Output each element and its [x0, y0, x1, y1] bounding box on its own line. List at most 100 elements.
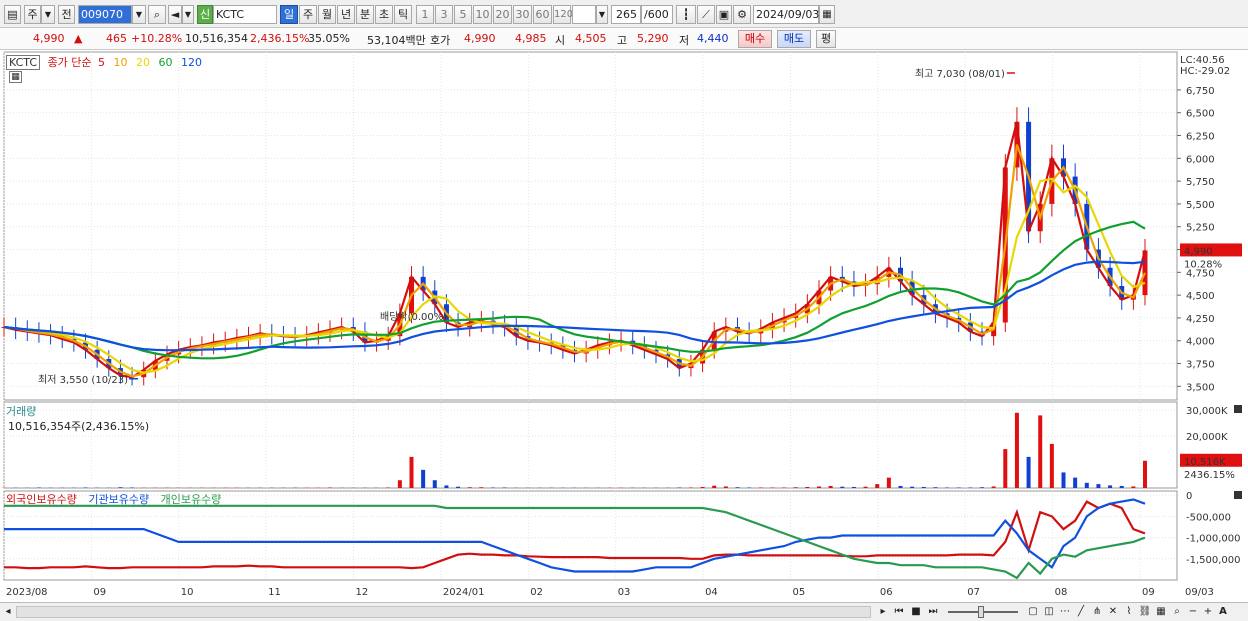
- scroll-right-icon[interactable]: ▸: [877, 605, 889, 619]
- zoom-slider-handle[interactable]: [978, 606, 984, 618]
- volume-bar: [933, 487, 938, 488]
- line-tool-icon[interactable]: ╱: [1074, 605, 1088, 619]
- price-tick-label: 6,500: [1186, 109, 1215, 120]
- save-icon[interactable]: ▣: [716, 5, 732, 24]
- forward-icon[interactable]: ⏭: [926, 605, 940, 619]
- volume-bar: [817, 486, 821, 488]
- minute-option-60[interactable]: 60: [533, 5, 552, 24]
- scroll-left-icon[interactable]: ◂: [2, 605, 14, 619]
- holdings-legend: 외국인보유수량 기관보유수량 개인보유수량: [6, 491, 221, 507]
- fib-tool-icon[interactable]: ⋔: [1090, 605, 1104, 619]
- tab-month[interactable]: 월: [318, 5, 336, 24]
- compare-icon[interactable]: ◫: [1042, 605, 1056, 619]
- zoom-out-button[interactable]: −: [1187, 605, 1199, 619]
- volume-detail: 10,516,354주(2,436.15%): [8, 420, 150, 433]
- tab-second[interactable]: 초: [375, 5, 393, 24]
- tab-week[interactable]: 주: [299, 5, 317, 24]
- calendar-icon[interactable]: ▦: [819, 5, 835, 24]
- drawing-icon[interactable]: ⋯: [1058, 605, 1072, 619]
- volume-bar: [758, 487, 763, 488]
- volume-bar: [863, 486, 868, 488]
- speaker-dropdown-icon[interactable]: ▼: [182, 5, 194, 24]
- lc-label: LC:40.56: [1180, 55, 1225, 66]
- stock-code-input[interactable]: 009070: [78, 5, 132, 24]
- minute-option-1[interactable]: 1: [416, 5, 434, 24]
- tab-day[interactable]: 일: [280, 5, 298, 24]
- horizontal-scrollbar[interactable]: [16, 606, 871, 618]
- minute-option-30[interactable]: 30: [513, 5, 532, 24]
- window-menu-icon[interactable]: ▤: [4, 5, 21, 24]
- credit-badge[interactable]: 신: [197, 5, 213, 24]
- minute-option-20[interactable]: 20: [493, 5, 512, 24]
- holdings-line-institution: [4, 498, 1146, 573]
- x-axis-label: 09: [1142, 587, 1155, 598]
- table-view-icon[interactable]: ▦: [9, 71, 22, 83]
- x-axis-label: 02: [530, 587, 543, 598]
- minute-option-120[interactable]: 120: [553, 5, 573, 24]
- minute-option-5[interactable]: 5: [454, 5, 472, 24]
- text-tool-icon[interactable]: ⌇: [1122, 605, 1136, 619]
- current-price-label: 4,990: [1184, 246, 1213, 257]
- zoom-in-button[interactable]: +: [1202, 605, 1214, 619]
- buy-button[interactable]: 매수: [738, 30, 772, 48]
- code-dropdown-icon[interactable]: ▼: [132, 5, 146, 24]
- custom-interval-input[interactable]: [572, 5, 596, 24]
- gear-icon[interactable]: ⚙: [733, 5, 751, 24]
- ma-line-60: [3, 220, 1146, 360]
- count-total: /600: [641, 5, 673, 24]
- link-icon[interactable]: ⛓: [1138, 605, 1152, 619]
- crosshair-icon[interactable]: ✕: [1106, 605, 1120, 619]
- indicator-icon[interactable]: ⟋: [697, 5, 715, 24]
- bottom-scroll-bar: ◂ ▸ ⏮ ■ ⏭ ▢ ◫ ⋯ ╱ ⋔ ✕ ⌇ ⛓ ▦ ⌕ − + A: [0, 602, 1248, 621]
- font-size-button[interactable]: A: [1217, 605, 1229, 619]
- high-price: 5,290: [637, 32, 669, 45]
- holdings-close-icon[interactable]: [1234, 491, 1242, 499]
- volume-current-label: 10,516K: [1184, 457, 1226, 468]
- legend-foreign-holdings: 외국인보유수량: [6, 493, 77, 506]
- volume-bar: [479, 487, 484, 488]
- period-type-button[interactable]: 주: [24, 5, 41, 24]
- search-icon[interactable]: ⌕: [148, 5, 166, 24]
- open-label: 시: [555, 34, 566, 47]
- rewind-icon[interactable]: ⏮: [892, 605, 906, 619]
- current-pct-label: 10.28%: [1184, 259, 1222, 270]
- volume-bar: [921, 486, 926, 488]
- count-input[interactable]: 265: [611, 5, 641, 24]
- candle-type-icon[interactable]: ┇: [676, 5, 696, 24]
- x-axis-label: 07: [967, 587, 980, 598]
- volume-bar: [1131, 486, 1136, 488]
- minute-option-10[interactable]: 10: [473, 5, 492, 24]
- chevron-down-icon[interactable]: ▼: [41, 5, 55, 24]
- screenshot-icon[interactable]: ▢: [1026, 605, 1040, 619]
- speaker-icon[interactable]: ◄: [168, 5, 182, 24]
- volume-bar: [886, 477, 891, 488]
- legend-ma-prefix: 종가 단순: [47, 56, 92, 69]
- volume-close-icon[interactable]: [1234, 405, 1242, 413]
- high-annotation: 최고 7,030 (08/01): [915, 68, 1005, 80]
- volume-bar: [409, 456, 414, 488]
- volume-bar: [1026, 456, 1031, 488]
- sell-button[interactable]: 매도: [777, 30, 811, 48]
- tab-minute[interactable]: 분: [356, 5, 374, 24]
- date-input[interactable]: 2024/09/03: [753, 5, 819, 24]
- minute-option-3[interactable]: 3: [435, 5, 453, 24]
- magnifier-icon[interactable]: ⌕: [1170, 605, 1184, 619]
- legend-stock-name[interactable]: KCTC: [6, 55, 41, 70]
- stop-icon[interactable]: ■: [909, 605, 923, 619]
- chart-canvas[interactable]: 6,7506,5006,2506,0005,7505,5005,2505,000…: [0, 50, 1248, 602]
- grid-icon[interactable]: ▦: [1154, 605, 1168, 619]
- volume-bar: [770, 487, 775, 488]
- stock-name-field[interactable]: KCTC: [213, 5, 277, 24]
- legend-ma-5: 5: [98, 56, 106, 69]
- tab-year[interactable]: 년: [337, 5, 355, 24]
- interval-dropdown-icon[interactable]: ▼: [596, 5, 608, 24]
- x-axis-label: 06: [880, 587, 893, 598]
- volume-bar: [956, 487, 961, 488]
- volume-legend: 거래량: [6, 403, 36, 419]
- eval-button[interactable]: 평: [816, 30, 836, 48]
- stock-chart[interactable]: 6,7506,5006,2506,0005,7505,5005,2505,000…: [0, 50, 1248, 602]
- tab-tick[interactable]: 틱: [394, 5, 412, 24]
- prev-button[interactable]: 전: [58, 5, 75, 24]
- holdings-tick-label: -1,000,000: [1186, 534, 1241, 545]
- bid-price: 4,985: [515, 32, 547, 45]
